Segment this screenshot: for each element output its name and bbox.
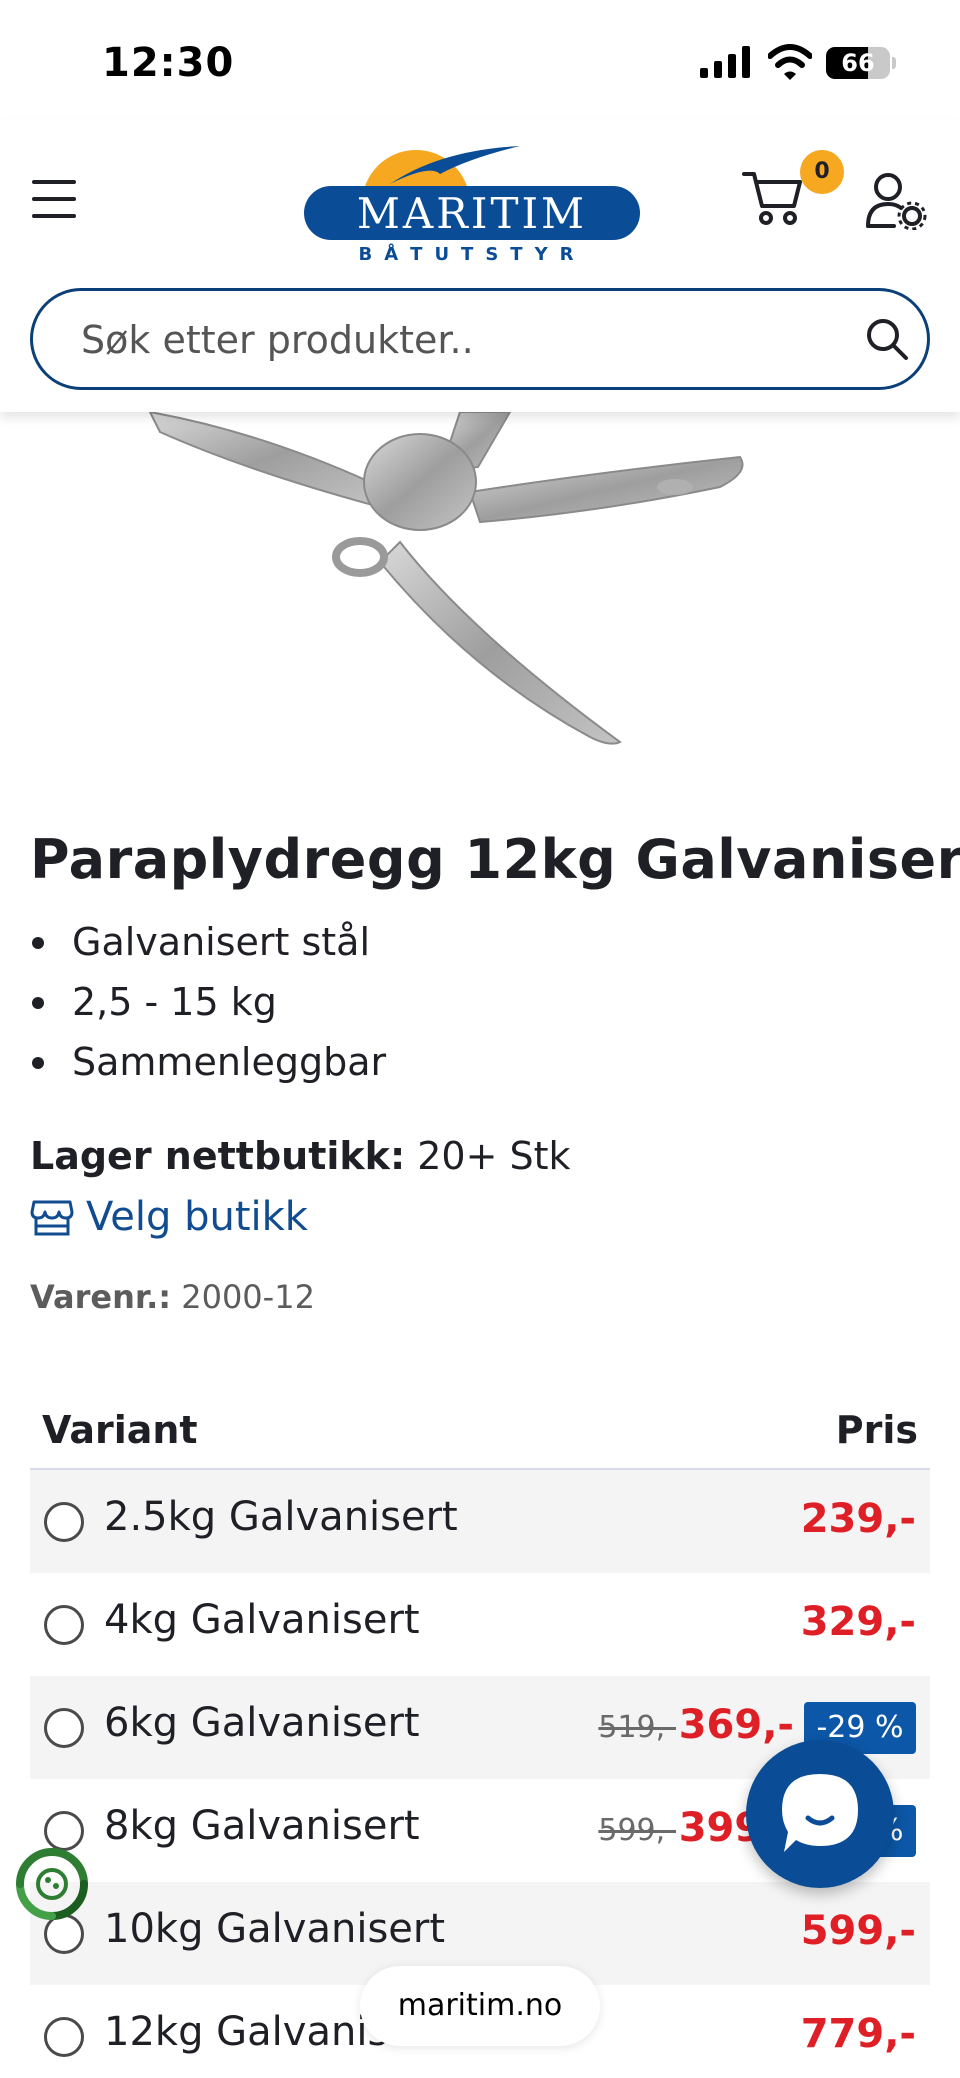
feature-item: Galvanisert stål xyxy=(30,912,910,972)
variant-radio[interactable] xyxy=(44,1811,84,1851)
cookie-settings-icon[interactable] xyxy=(14,1846,90,1922)
cart-count-badge[interactable]: 0 xyxy=(800,150,844,194)
logo-tagline: BÅTUTSTYR xyxy=(358,244,586,265)
column-header-variant: Variant xyxy=(42,1408,198,1452)
variant-price: 599,- xyxy=(800,1908,916,1954)
stock-status: Lager nettbutikk: 20+ Stk xyxy=(30,1134,571,1178)
battery-percent: 66 xyxy=(841,49,875,77)
variant-old-price: 599,- xyxy=(598,1813,676,1848)
variant-name: 10kg Galvanisert xyxy=(104,1906,446,1952)
search-bar[interactable] xyxy=(30,288,930,390)
variant-old-price: 519,- xyxy=(598,1710,676,1745)
variant-radio[interactable] xyxy=(44,2017,84,2057)
logo-bird-icon xyxy=(390,146,520,184)
stock-value: 20+ Stk xyxy=(417,1134,571,1178)
column-header-price: Pris xyxy=(835,1408,918,1452)
battery-indicator: 66 xyxy=(826,47,896,79)
logo-wordmark: MARITIM xyxy=(304,186,640,240)
storefront-icon xyxy=(30,1200,74,1236)
variant-price: 369,- xyxy=(678,1702,794,1748)
variant-name: 8kg Galvanisert xyxy=(104,1803,420,1849)
variant-radio[interactable] xyxy=(44,1708,84,1748)
variant-name: 4kg Galvanisert xyxy=(104,1597,420,1643)
sku: Varenr.: 2000-12 xyxy=(30,1278,315,1316)
feature-item: Sammenleggbar xyxy=(30,1032,910,1092)
wifi-icon xyxy=(768,44,812,80)
chat-button[interactable] xyxy=(746,1740,894,1888)
shopping-cart-icon[interactable] xyxy=(742,166,804,228)
variant-radio[interactable] xyxy=(44,1605,84,1645)
feature-list: Galvanisert stål 2,5 - 15 kg Sammenleggb… xyxy=(30,912,910,1092)
site-header: MARITIM BÅTUTSTYR 0 xyxy=(0,120,960,412)
sku-label: Varenr.: xyxy=(30,1278,172,1316)
variant-row[interactable]: 2.5kg Galvanisert 239,- xyxy=(30,1470,930,1573)
product-image[interactable] xyxy=(0,412,960,762)
search-input[interactable] xyxy=(81,315,821,365)
stock-label: Lager nettbutikk: xyxy=(30,1134,406,1178)
maritim-logo[interactable]: MARITIM BÅTUTSTYR xyxy=(300,142,644,268)
status-bar: 12:30 66 xyxy=(0,0,960,120)
variant-name: 6kg Galvanisert xyxy=(104,1700,420,1746)
variant-row[interactable]: 4kg Galvanisert 329,- xyxy=(30,1573,930,1676)
variant-price: 239,- xyxy=(800,1496,916,1542)
status-time: 12:30 xyxy=(102,40,235,86)
browser-url-pill[interactable]: maritim.no xyxy=(360,1966,600,2046)
variant-price: 329,- xyxy=(800,1599,916,1645)
chat-bubble-icon xyxy=(782,1774,858,1852)
hamburger-menu-icon[interactable] xyxy=(32,180,76,218)
search-icon[interactable] xyxy=(865,317,909,361)
product-title: Paraplydregg 12kg Galvanisert xyxy=(30,828,960,891)
variant-price: 779,- xyxy=(800,2011,916,2057)
select-store-label[interactable]: Velg butikk xyxy=(86,1194,308,1240)
variant-radio[interactable] xyxy=(44,1502,84,1542)
variant-table-header: Variant Pris xyxy=(30,1398,930,1470)
cellular-signal-icon xyxy=(700,46,750,78)
variant-name: 2.5kg Galvanisert xyxy=(104,1494,458,1540)
feature-item: 2,5 - 15 kg xyxy=(30,972,910,1032)
sku-value: 2000-12 xyxy=(181,1278,315,1316)
user-settings-icon[interactable] xyxy=(864,172,928,230)
